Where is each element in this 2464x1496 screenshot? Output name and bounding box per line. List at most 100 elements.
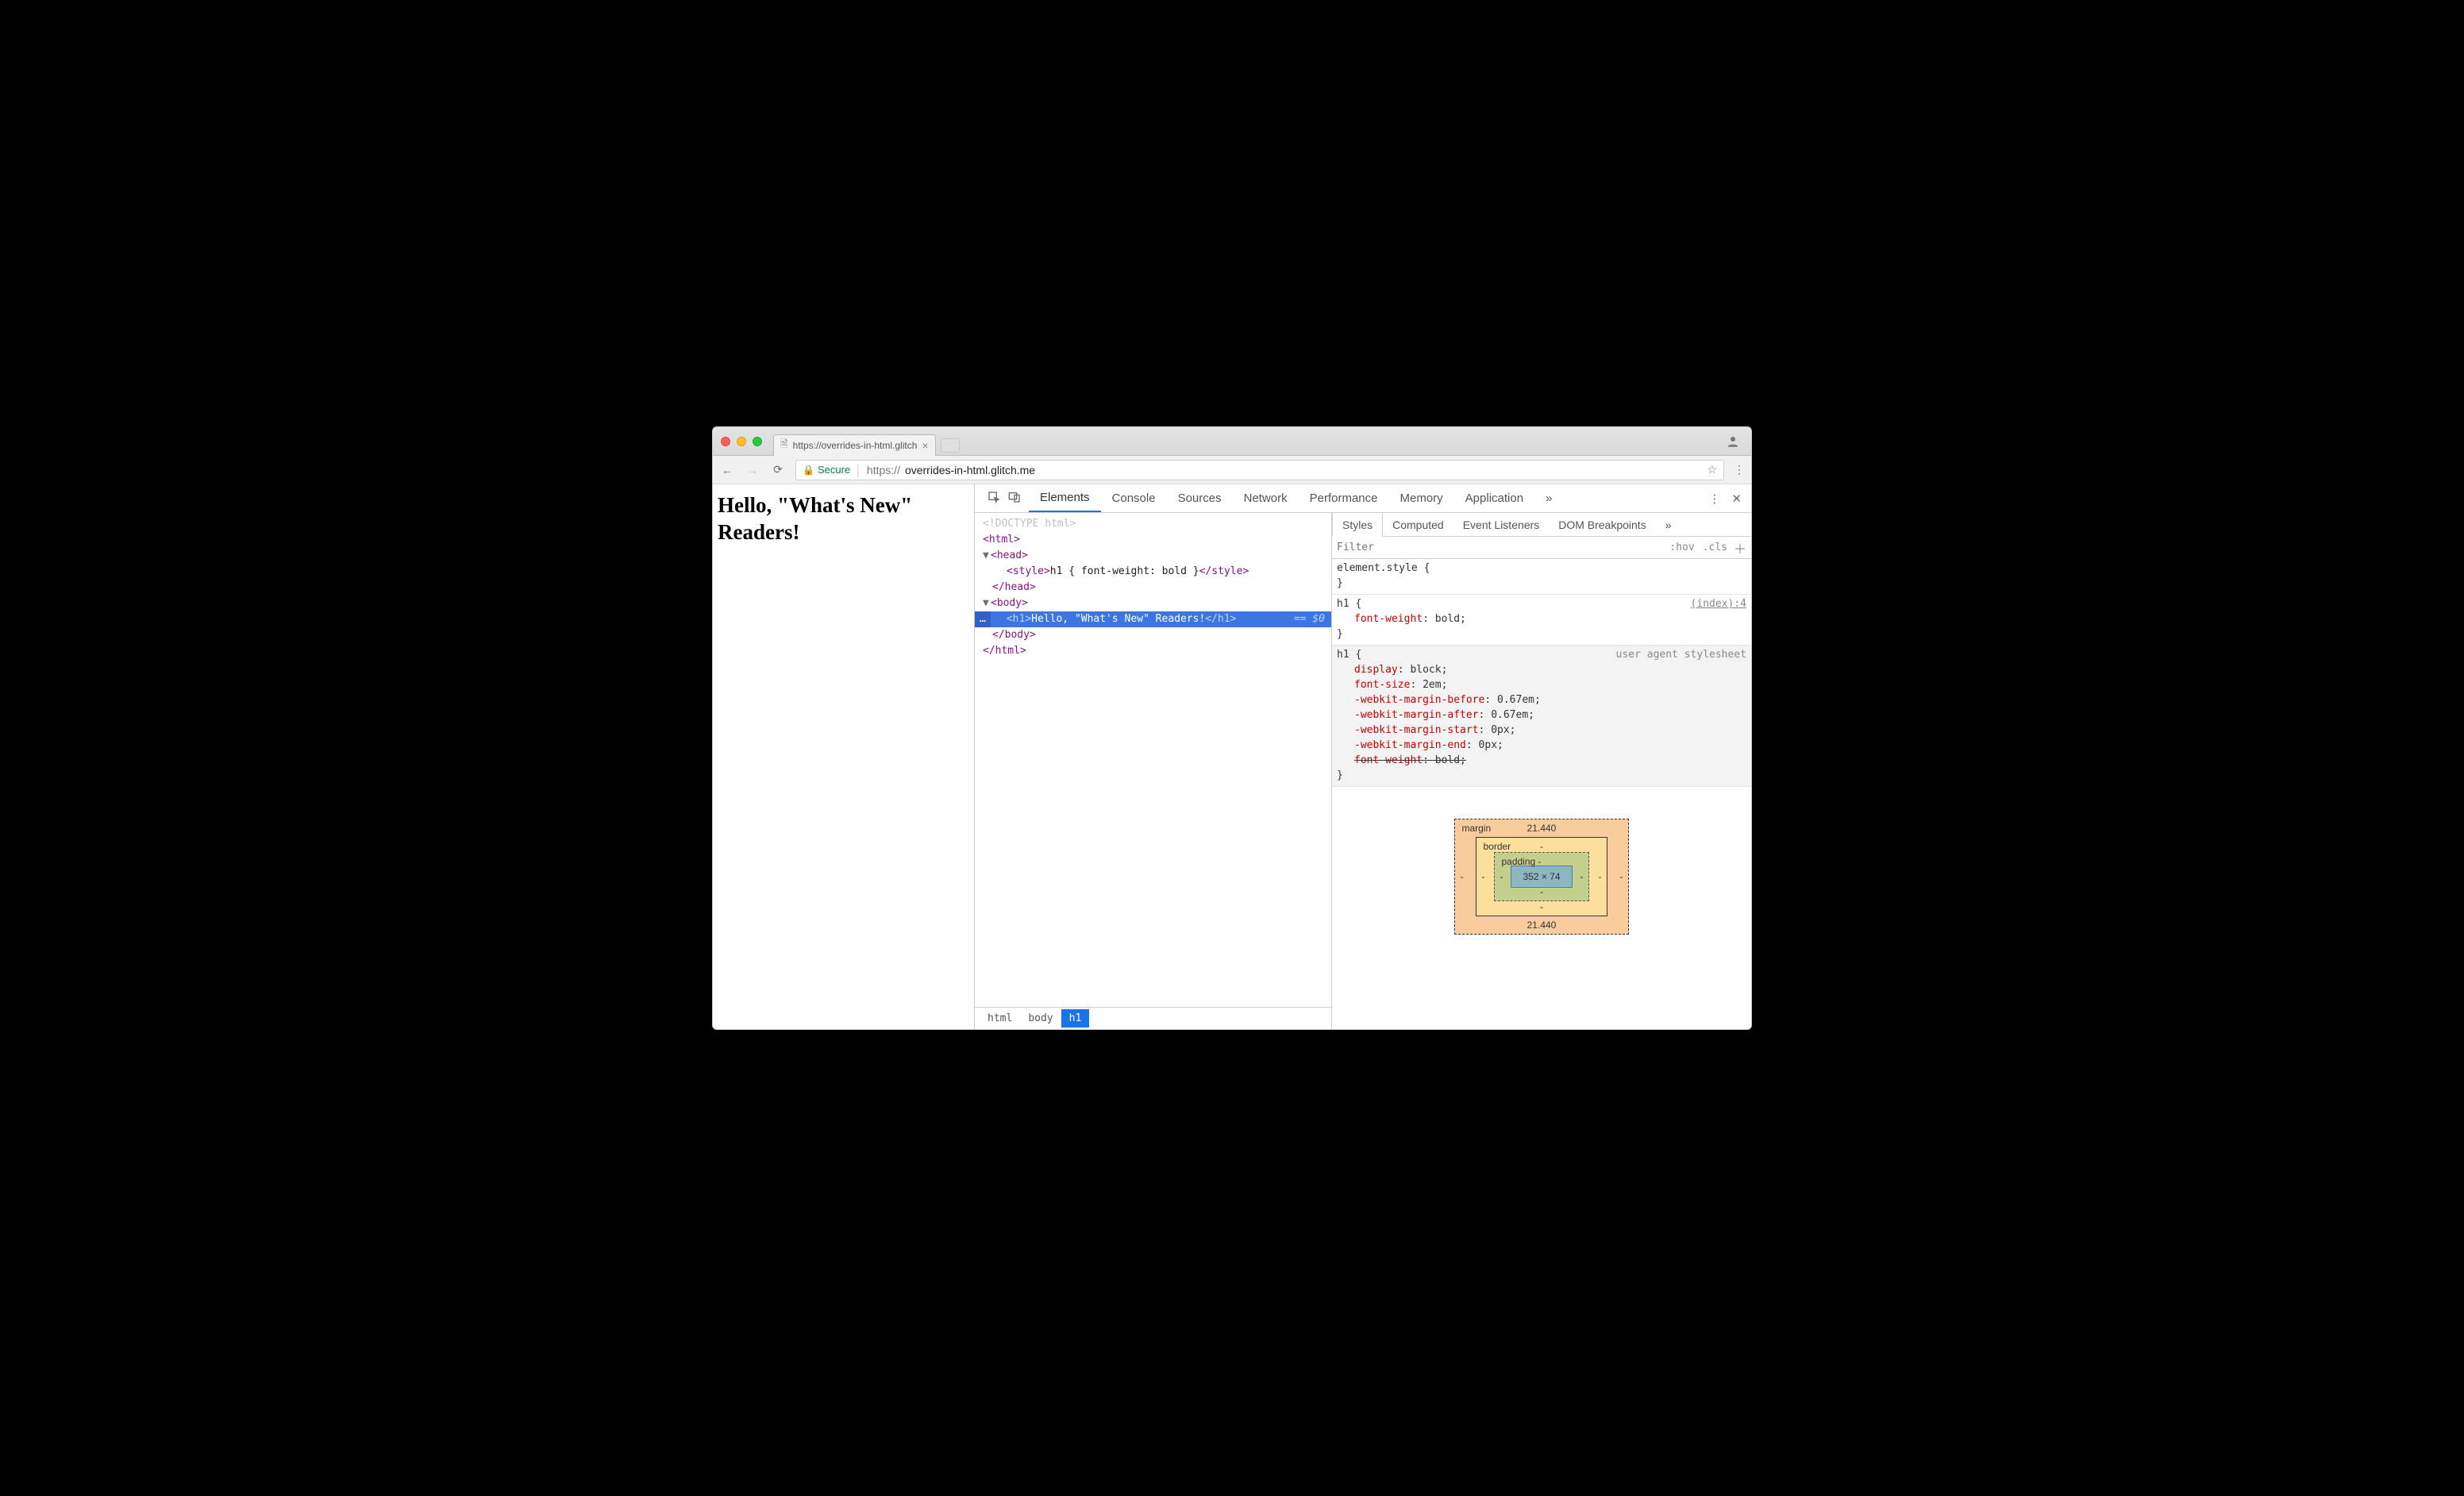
- devtools-close-icon[interactable]: ✕: [1731, 492, 1742, 506]
- page-heading: Hello, "What's New" Readers!: [718, 492, 969, 546]
- nav-back-button[interactable]: ←: [719, 464, 735, 476]
- dom-breadcrumb: html body h1: [975, 1007, 1331, 1029]
- browser-window: 🗎 https://overrides-in-html.glitch × ← →…: [712, 426, 1752, 1030]
- dom-body-close[interactable]: </body>: [975, 627, 1331, 643]
- tab-sources[interactable]: Sources: [1167, 484, 1233, 512]
- dom-head-open[interactable]: ▼<head>: [975, 548, 1331, 564]
- console-reference: == $0: [1286, 611, 1325, 627]
- tabs-overflow-icon[interactable]: »: [1534, 484, 1563, 512]
- prop-font-size[interactable]: font-size: 2em;: [1337, 677, 1746, 692]
- nav-reload-button[interactable]: ⟳: [770, 463, 786, 476]
- tab-elements[interactable]: Elements: [1029, 484, 1101, 512]
- minimize-window-button[interactable]: [737, 437, 746, 446]
- style-rules: element.style { } (index):4 h1 { font-we…: [1332, 559, 1751, 787]
- bm-padding-bottom: -: [1540, 886, 1543, 897]
- styles-panel: Styles Computed Event Listeners DOM Brea…: [1332, 513, 1751, 1029]
- prop-margin-end[interactable]: -webkit-margin-end: 0px;: [1337, 738, 1746, 753]
- tab-network[interactable]: Network: [1233, 484, 1299, 512]
- devtools-menu-icon[interactable]: ⋮: [1708, 492, 1720, 506]
- tab-console[interactable]: Console: [1101, 484, 1167, 512]
- bm-margin-right: -: [1620, 871, 1623, 882]
- prop-font-weight[interactable]: font-weight: bold;: [1337, 611, 1746, 627]
- tab-memory[interactable]: Memory: [1389, 484, 1454, 512]
- page-icon: 🗎: [780, 437, 788, 453]
- maximize-window-button[interactable]: [753, 437, 762, 446]
- url-host: overrides-in-html.glitch.me: [905, 464, 1035, 476]
- dom-doctype[interactable]: <!DOCTYPE html>: [975, 516, 1331, 532]
- box-model-padding[interactable]: padding - - - - 352 × 74: [1494, 852, 1588, 901]
- bm-margin-top: 21.440: [1527, 823, 1557, 834]
- breadcrumb-body[interactable]: body: [1020, 1009, 1061, 1028]
- titlebar: 🗎 https://overrides-in-html.glitch ×: [713, 427, 1751, 456]
- dom-html-open[interactable]: <html>: [975, 532, 1331, 548]
- bm-border-bottom: -: [1540, 901, 1543, 912]
- close-window-button[interactable]: [721, 437, 730, 446]
- devtools-body: <!DOCTYPE html> <html> ▼<head> <style>h1…: [975, 513, 1751, 1029]
- breadcrumb-html[interactable]: html: [980, 1009, 1020, 1028]
- box-model-margin[interactable]: margin 21.440 21.440 - - border - - -: [1454, 819, 1628, 935]
- rule-source-link[interactable]: (index):4: [1691, 596, 1746, 611]
- bm-border-top: -: [1540, 841, 1543, 852]
- box-model-border[interactable]: border - - - - padding - - -: [1476, 837, 1607, 916]
- device-mode-icon[interactable]: [1008, 491, 1021, 507]
- rule-element-style[interactable]: element.style { }: [1332, 559, 1751, 595]
- devtools-tabs: Elements Console Sources Network Perform…: [975, 484, 1751, 513]
- bm-margin-bottom: 21.440: [1527, 920, 1557, 931]
- bm-border-left: -: [1481, 871, 1484, 882]
- secure-label: Secure: [818, 464, 850, 476]
- styles-filter-input[interactable]: [1337, 542, 1661, 553]
- dom-head-close[interactable]: </head>: [975, 580, 1331, 596]
- styles-tab-computed[interactable]: Computed: [1383, 513, 1453, 536]
- browser-toolbar: ← → ⟳ 🔒 Secure │ https://overrides-in-ht…: [713, 456, 1751, 484]
- lock-icon: 🔒: [803, 465, 814, 476]
- dom-style[interactable]: <style>h1 { font-weight: bold }</style>: [975, 564, 1331, 580]
- tab-application[interactable]: Application: [1454, 484, 1534, 512]
- secure-indicator: 🔒 Secure: [803, 464, 850, 476]
- rendered-page: Hello, "What's New" Readers!: [713, 484, 975, 1029]
- styles-tab-styles[interactable]: Styles: [1332, 513, 1383, 537]
- bm-padding-right: -: [1580, 871, 1584, 882]
- dom-html-close[interactable]: </html>: [975, 643, 1331, 659]
- bm-border-label: border: [1483, 841, 1511, 852]
- address-bar[interactable]: 🔒 Secure │ https://overrides-in-html.gli…: [795, 460, 1724, 480]
- bm-margin-left: -: [1460, 871, 1463, 882]
- rule-source-ua: user agent stylesheet: [1616, 647, 1746, 662]
- prop-display[interactable]: display: block;: [1337, 662, 1746, 677]
- profile-avatar[interactable]: [1723, 431, 1743, 452]
- person-icon: [1726, 434, 1740, 449]
- nav-forward-button[interactable]: →: [745, 464, 760, 476]
- styles-tab-dom-breakpoints[interactable]: DOM Breakpoints: [1549, 513, 1655, 536]
- box-model-content[interactable]: 352 × 74: [1511, 866, 1572, 888]
- desktop: 🗎 https://overrides-in-html.glitch × ← →…: [678, 411, 1786, 1085]
- rule-h1-index[interactable]: (index):4 h1 { font-weight: bold; }: [1332, 595, 1751, 646]
- tab-title: https://overrides-in-html.glitch: [793, 440, 918, 451]
- browser-tab[interactable]: 🗎 https://overrides-in-html.glitch ×: [773, 434, 936, 456]
- styles-tab-event-listeners[interactable]: Event Listeners: [1453, 513, 1550, 536]
- prop-margin-start[interactable]: -webkit-margin-start: 0px;: [1337, 723, 1746, 738]
- bm-margin-label: margin: [1461, 823, 1491, 834]
- close-tab-button[interactable]: ×: [922, 440, 928, 451]
- box-model: margin 21.440 21.440 - - border - - -: [1332, 787, 1751, 1029]
- content-area: Hello, "What's New" Readers! Elements Co…: [713, 484, 1751, 1029]
- new-tab-button[interactable]: [941, 438, 960, 453]
- devtools: Elements Console Sources Network Perform…: [975, 484, 1751, 1029]
- elements-panel: <!DOCTYPE html> <html> ▼<head> <style>h1…: [975, 513, 1332, 1029]
- bm-padding-left: -: [1500, 871, 1503, 882]
- hov-toggle[interactable]: :hov: [1669, 542, 1694, 553]
- dom-body-open[interactable]: ▼<body>: [975, 596, 1331, 611]
- cls-toggle[interactable]: .cls: [1703, 542, 1727, 553]
- prop-margin-before[interactable]: -webkit-margin-before: 0.67em;: [1337, 692, 1746, 708]
- dom-tree[interactable]: <!DOCTYPE html> <html> ▼<head> <style>h1…: [975, 513, 1331, 1007]
- prop-margin-after[interactable]: -webkit-margin-after: 0.67em;: [1337, 708, 1746, 723]
- styles-filter-bar: :hov .cls ＋: [1332, 537, 1751, 559]
- browser-menu-button[interactable]: ⋮: [1734, 463, 1745, 476]
- dom-selected-h1[interactable]: … <h1>Hello, "What's New" Readers!</h1> …: [975, 611, 1331, 627]
- tab-performance[interactable]: Performance: [1299, 484, 1389, 512]
- inspect-icon[interactable]: [988, 491, 1000, 507]
- new-rule-button[interactable]: ＋: [1734, 538, 1746, 557]
- breadcrumb-h1[interactable]: h1: [1061, 1009, 1090, 1028]
- rule-h1-user-agent[interactable]: user agent stylesheet h1 { display: bloc…: [1332, 646, 1751, 787]
- styles-tabs-overflow-icon[interactable]: »: [1656, 513, 1681, 536]
- prop-font-weight-overridden[interactable]: font-weight: bold;: [1337, 753, 1746, 768]
- bookmark-star-icon[interactable]: ☆: [1707, 463, 1717, 476]
